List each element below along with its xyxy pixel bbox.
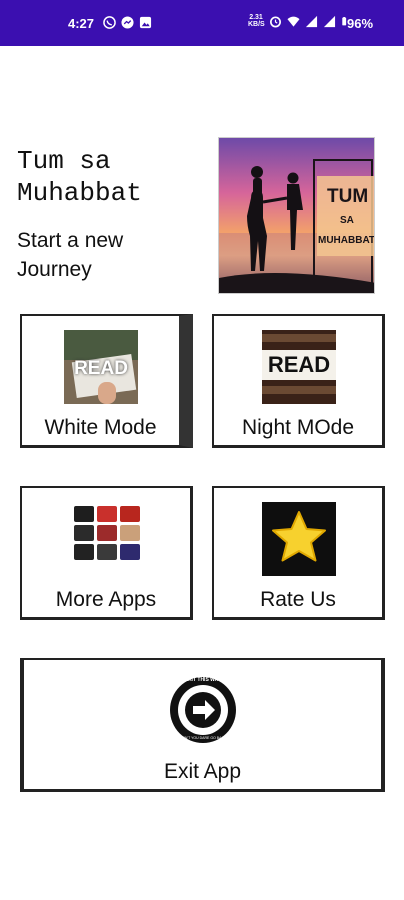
network-speed: 2.31 KB/S xyxy=(248,14,265,28)
app-title: Tum sa Muhabbat xyxy=(17,146,142,208)
notification-icons xyxy=(103,16,152,29)
status-time: 4:27 xyxy=(68,16,95,31)
exit-badge-top-text: EXIT THIS WAY xyxy=(184,677,222,683)
apps-grid-icon xyxy=(74,506,140,560)
status-bar: 4:27 2.31 KB/S 96% xyxy=(0,0,404,46)
cover-title-3: MUHABBAT xyxy=(318,235,375,246)
night-mode-button[interactable]: READ Night MOde xyxy=(212,314,385,448)
messenger-icon xyxy=(121,16,134,29)
battery-percent: 96% xyxy=(347,16,374,31)
more-apps-label: More Apps xyxy=(55,588,157,611)
signal-icon xyxy=(305,15,318,27)
app-subtitle: Start a new Journey xyxy=(17,229,124,281)
system-icons: 2.31 KB/S xyxy=(248,14,350,28)
star-icon xyxy=(262,502,336,576)
night-mode-label: Night MOde xyxy=(241,416,355,439)
cover-image: TUM SA MUHABBAT xyxy=(218,137,375,294)
rate-us-label: Rate Us xyxy=(260,588,336,611)
read-label: READ xyxy=(74,358,128,379)
read-books-image: READ xyxy=(262,330,336,404)
read-book-image: READ xyxy=(64,330,138,404)
exit-badge-bottom-text: DON'T YOU DARE GO BACK xyxy=(179,736,227,740)
white-mode-label: White Mode xyxy=(44,416,157,439)
exit-badge-icon: EXIT THIS WAY DON'T YOU DARE GO BACK xyxy=(169,676,237,744)
wifi-icon xyxy=(287,16,300,27)
exit-app-label: Exit App xyxy=(163,760,242,783)
cover-title-1: TUM xyxy=(327,186,369,207)
whatsapp-icon xyxy=(103,16,116,29)
cover-title-2: SA xyxy=(340,215,354,226)
gallery-icon xyxy=(139,16,152,29)
more-apps-button[interactable]: More Apps xyxy=(20,486,193,620)
rate-us-button[interactable]: Rate Us xyxy=(212,486,385,620)
alarm-icon xyxy=(270,15,281,27)
exit-app-button[interactable]: EXIT THIS WAY DON'T YOU DARE GO BACK Exi… xyxy=(20,658,385,792)
signal-icon-2 xyxy=(323,15,336,27)
white-mode-button[interactable]: READ White Mode xyxy=(20,314,193,448)
network-speed-unit: KB/S xyxy=(248,21,265,28)
network-speed-value: 2.31 xyxy=(249,14,263,21)
read-label: READ xyxy=(267,352,331,377)
